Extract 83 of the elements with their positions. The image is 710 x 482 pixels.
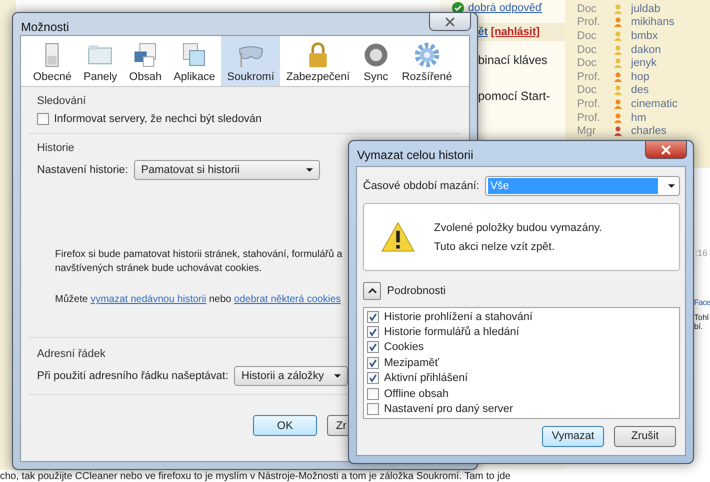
checkbox[interactable] — [367, 356, 379, 369]
report-link[interactable]: [nahlásit] — [490, 26, 540, 38]
checkbox-label: Informovat servery, že nechci být sledován — [54, 113, 262, 125]
group-heading: Sledování — [37, 95, 87, 107]
user-name[interactable]: des — [631, 84, 649, 96]
field-label: Nastavení historie: — [37, 164, 128, 176]
clear-history-link[interactable]: vymazat nedávnou historii — [90, 294, 206, 305]
checkbox[interactable] — [367, 403, 379, 416]
clear-button[interactable]: Vymazat — [542, 426, 604, 447]
close-button[interactable] — [645, 141, 687, 159]
close-icon — [445, 16, 455, 26]
cancel-button[interactable]: Zrušit — [614, 426, 676, 447]
field-label: Časové období mazání: — [363, 180, 480, 192]
side-text: bí. — [694, 322, 704, 331]
close-icon — [661, 144, 671, 154]
user-name[interactable]: dakon — [631, 44, 661, 56]
checkbox[interactable] — [37, 113, 49, 125]
checkbox[interactable] — [367, 372, 379, 384]
checkbox[interactable] — [367, 341, 379, 354]
history-dropdown[interactable]: Pamatovat si historii — [134, 160, 320, 180]
window-title: Vymazat celou historii — [357, 148, 474, 162]
user-rank: Doc — [577, 44, 598, 56]
user-rank: Doc — [577, 30, 598, 42]
warning-text: Zvolené položky budou vymazány. — [434, 222, 602, 234]
expand-button[interactable] — [363, 282, 381, 300]
toolbar-tab[interactable]: Soukromí — [221, 36, 280, 86]
user-name[interactable]: hm — [631, 112, 646, 124]
toolbar-tab[interactable]: Rozšířené — [396, 36, 458, 86]
description-text: Firefox si bude pamatovat historii stránek, stahování, formulářů a navštívených stránek bude uchovávat cookies. — [55, 248, 344, 276]
ok-button[interactable]: OK — [253, 415, 317, 436]
close-button[interactable] — [429, 13, 471, 31]
checkbox-label: Aktivní přihlášení — [384, 372, 468, 384]
suggest-dropdown[interactable]: Historii a záložky — [234, 366, 348, 386]
caret-icon — [668, 184, 675, 188]
remove-cookies-link[interactable]: odebrat některá cookies — [234, 294, 341, 305]
warning-text: Tuto akci nelze vzít zpět. — [434, 240, 556, 252]
toolbar-tab[interactable]: Sync — [356, 36, 396, 86]
window-title: Možnosti — [21, 20, 70, 34]
checkbox-label: Nastavení pro daný server — [384, 403, 514, 416]
group-heading: Historie — [37, 142, 76, 154]
user-name[interactable]: charles — [631, 125, 666, 138]
checkbox-label: Offline obsah — [384, 388, 449, 400]
checkbox-label: Historie prohlížení a stahování — [384, 310, 533, 323]
user-name[interactable]: jenyk — [631, 57, 657, 70]
side-link[interactable]: Face — [694, 298, 710, 307]
checkbox[interactable] — [367, 310, 379, 323]
post-text: cho, tak použijte CCleaner nebo ve firefoxu to je myslím v Nástroje-Možnosti a tom je záložka Soukromí. Tam to jde — [0, 471, 511, 482]
user-rank: Prof. — [577, 16, 602, 28]
user-rank: Doc — [577, 57, 598, 70]
toolbar-tab[interactable]: Panely — [78, 36, 124, 86]
toolbar-tab[interactable]: Zabezpečení — [280, 36, 356, 86]
post-time: :16 — [695, 248, 709, 258]
checkbox-label: Cookies — [384, 341, 424, 354]
toolbar-tab[interactable]: Aplikace — [168, 36, 222, 86]
toolbar-tab[interactable]: Obsah — [123, 36, 168, 86]
user-name[interactable]: juldab — [631, 2, 660, 15]
field-label: Při použití adresního řádku našeptávat: — [37, 370, 228, 382]
warning-icon — [380, 221, 416, 253]
user-rank: Doc — [577, 84, 598, 96]
caret-icon — [306, 168, 314, 172]
user-name[interactable]: mikihans — [631, 16, 674, 28]
user-rank: Prof. — [577, 112, 602, 124]
user-rank: Prof. — [577, 98, 602, 110]
checkbox[interactable] — [367, 388, 379, 400]
side-text: Tohl — [694, 312, 710, 322]
chevron-icon — [368, 288, 376, 294]
answer-link[interactable]: dobrá odpověď — [468, 2, 542, 14]
user-name[interactable]: bmbx — [631, 30, 658, 42]
user-rank: Mgr — [577, 125, 597, 138]
gear-icon — [412, 41, 441, 69]
caret-icon — [334, 374, 341, 378]
user-rank: Doc — [577, 2, 598, 15]
user-name[interactable]: cinematic — [631, 98, 678, 110]
post-link[interactable]: ět — [478, 26, 488, 38]
user-rank: Prof. — [577, 70, 602, 83]
toolbar-tab[interactable]: Obecné — [27, 36, 78, 86]
post-text: binací kláves — [477, 52, 548, 67]
details-label: Podrobnosti — [387, 285, 446, 297]
group-heading: Adresní řádek — [37, 348, 106, 360]
checkbox[interactable] — [367, 326, 379, 338]
checkbox-label: Mezipaměť — [384, 356, 439, 369]
checkbox-label: Historie formulářů a hledání — [384, 326, 520, 338]
user-name[interactable]: hop — [631, 70, 650, 83]
